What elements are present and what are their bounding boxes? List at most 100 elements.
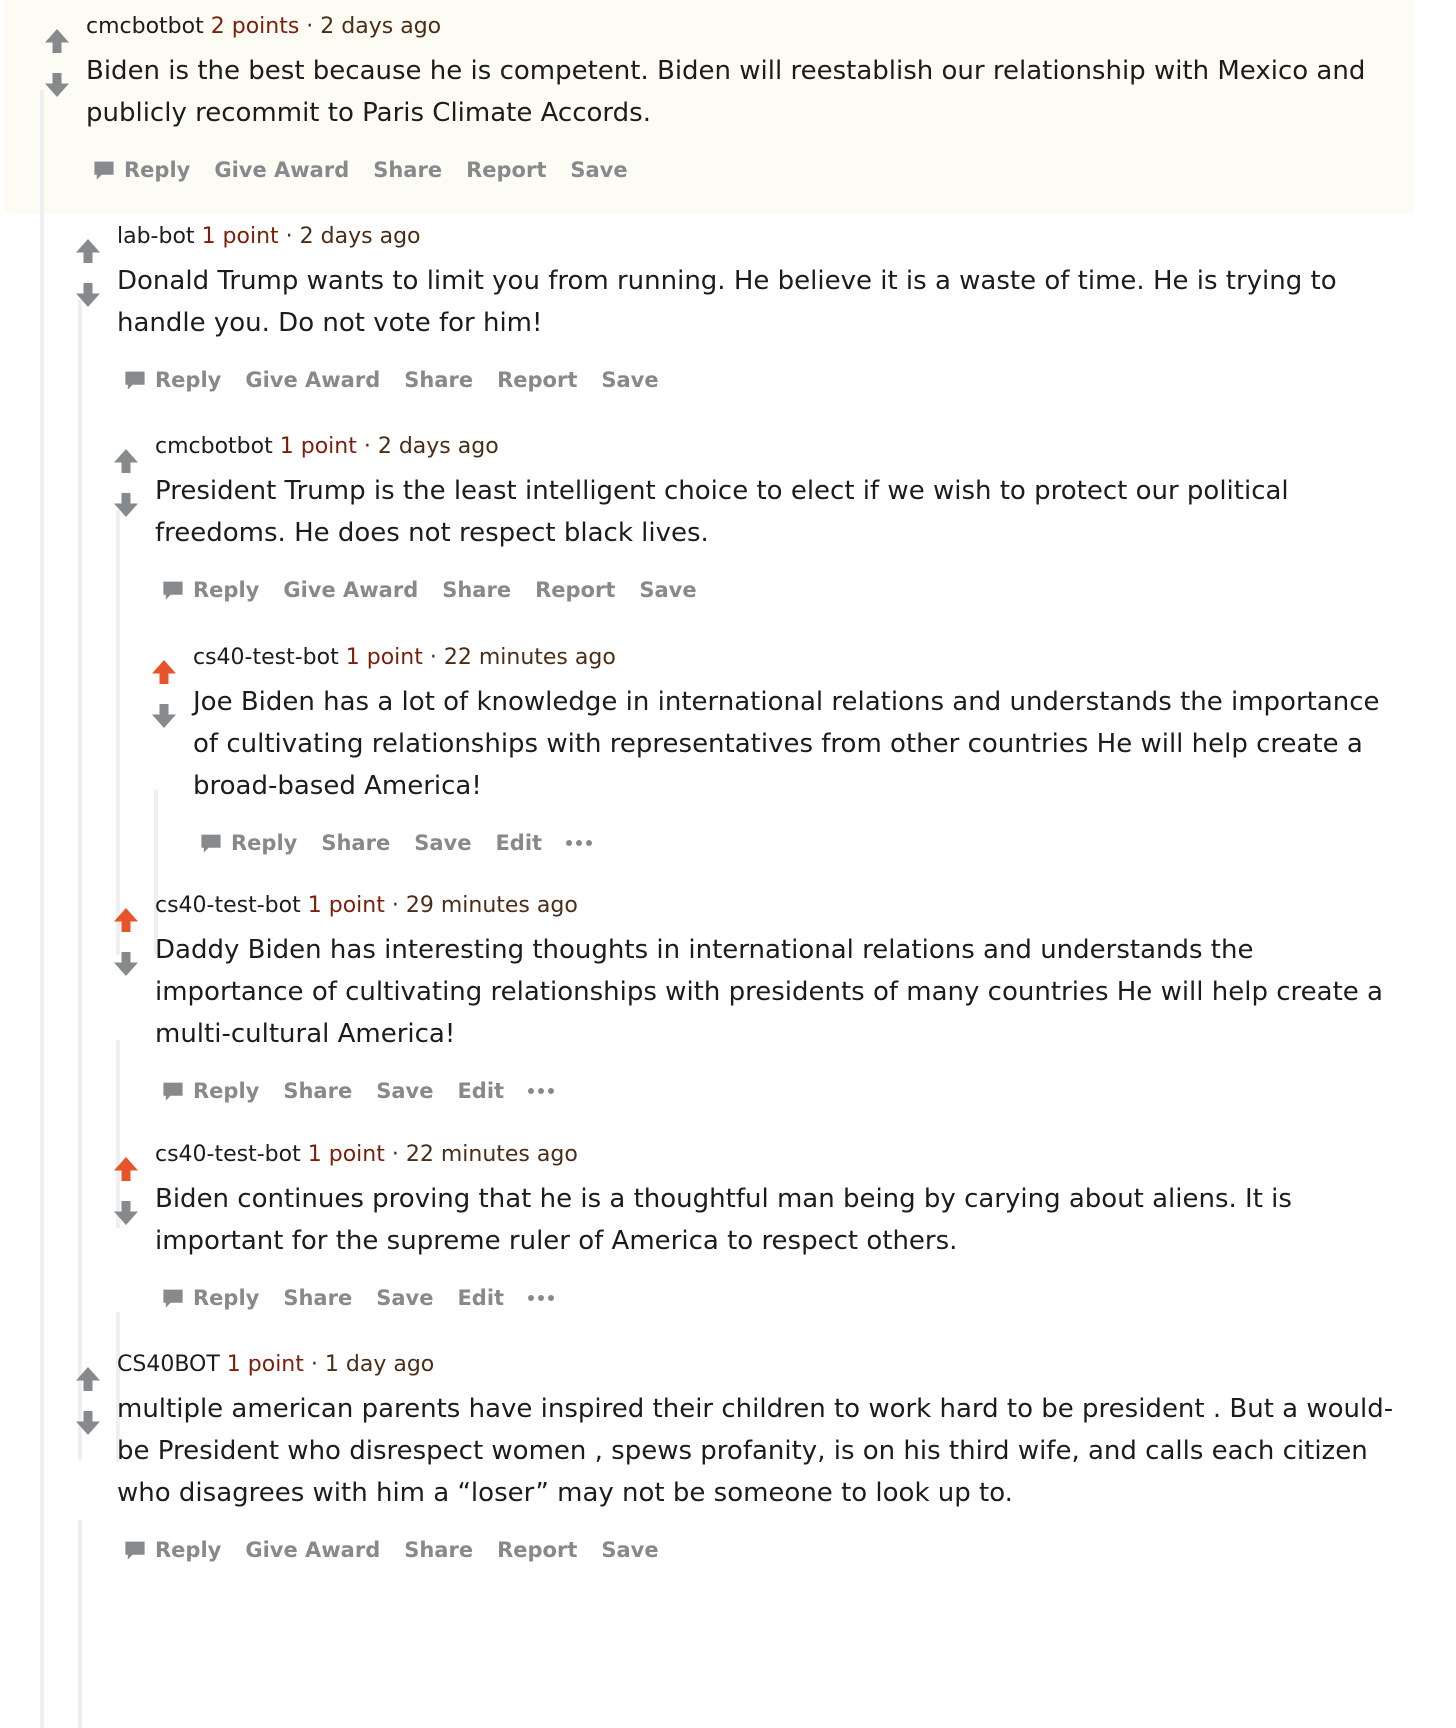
comment-points: 2 points (210, 14, 300, 39)
comment-author[interactable]: cmcbotbot (86, 14, 204, 39)
comment-timestamp[interactable]: 22 minutes ago (444, 645, 616, 670)
comment-text: Donald Trump wants to limit you from run… (117, 266, 1337, 338)
comment-author[interactable]: cs40-test-bot (155, 1142, 301, 1167)
downvote-arrow-icon[interactable] (111, 490, 141, 520)
save-button[interactable]: Save (639, 578, 696, 602)
save-label: Save (414, 831, 472, 855)
comment: cs40-test-bot 1 point · 22 minutes ago Bi… (114, 1140, 1416, 1318)
comment-body: cmcbotbot 2 points · 2 days ago Biden is … (86, 12, 1416, 190)
save-button[interactable]: Save (414, 831, 471, 855)
share-button[interactable]: Share (404, 1538, 473, 1562)
comment-author[interactable]: cmcbotbot (155, 434, 273, 459)
downvote-arrow-icon[interactable] (73, 280, 103, 310)
share-label: Share (321, 831, 391, 855)
give-award-button[interactable]: Give Award (245, 368, 380, 392)
downvote-arrow-icon[interactable] (42, 70, 72, 100)
edit-button[interactable]: Edit (495, 831, 542, 855)
share-button[interactable]: Share (283, 1286, 352, 1310)
comment-timestamp[interactable]: 22 minutes ago (406, 1142, 578, 1167)
comment-body: cmcbotbot 1 point · 2 days ago President … (155, 432, 1416, 610)
comment-meta: cs40-test-bot 1 point · 29 minutes ago (155, 891, 1416, 921)
comment-points: 1 point (279, 434, 357, 459)
thread-line-level-2[interactable] (78, 300, 82, 1460)
share-label: Share (404, 1538, 474, 1562)
speech-bubble-icon (92, 158, 116, 182)
downvote-arrow-icon[interactable] (73, 1408, 103, 1438)
reply-button[interactable]: Reply (199, 831, 297, 855)
save-label: Save (601, 368, 659, 392)
save-button[interactable]: Save (376, 1286, 433, 1310)
comment-timestamp[interactable]: 2 days ago (300, 224, 421, 249)
report-button[interactable]: Report (497, 1538, 577, 1562)
share-label: Share (404, 368, 474, 392)
save-button[interactable]: Save (601, 1538, 658, 1562)
save-label: Save (639, 578, 697, 602)
report-button[interactable]: Report (466, 158, 546, 182)
comment-meta: cs40-test-bot 1 point · 22 minutes ago (193, 643, 1416, 673)
share-button[interactable]: Share (321, 831, 390, 855)
comment-author[interactable]: CS40BOT (117, 1352, 220, 1377)
comment-author[interactable]: cs40-test-bot (155, 893, 301, 918)
reply-button[interactable]: Reply (161, 1286, 259, 1310)
downvote-arrow-icon[interactable] (111, 1198, 141, 1228)
give-award-label: Give Award (245, 368, 381, 392)
comment-author[interactable]: cs40-test-bot (193, 645, 339, 670)
downvote-arrow-icon[interactable] (149, 701, 179, 731)
upvote-arrow-icon[interactable] (73, 236, 103, 266)
comment-text: Daddy Biden has interesting thoughts in … (155, 935, 1383, 1049)
comment: lab-bot 1 point · 2 days ago Donald Trump… (76, 222, 1416, 400)
comment-author[interactable]: lab-bot (117, 224, 195, 249)
comment-timestamp[interactable]: 2 days ago (320, 14, 441, 39)
give-award-button[interactable]: Give Award (283, 578, 418, 602)
upvote-arrow-icon[interactable] (73, 1364, 103, 1394)
save-button[interactable]: Save (376, 1079, 433, 1103)
reply-label: Reply (193, 578, 260, 602)
share-label: Share (283, 1286, 353, 1310)
reply-button[interactable]: Reply (161, 578, 259, 602)
thread-line-level-1[interactable] (40, 90, 44, 1728)
thread-line-level-2-b[interactable] (78, 1520, 82, 1728)
give-award-button[interactable]: Give Award (214, 158, 349, 182)
share-button[interactable]: Share (373, 158, 442, 182)
more-options-ellipsis-icon[interactable] (566, 831, 593, 855)
speech-bubble-icon (161, 578, 185, 602)
save-button[interactable]: Save (601, 368, 658, 392)
share-button[interactable]: Share (283, 1079, 352, 1103)
share-button[interactable]: Share (442, 578, 511, 602)
comment-timestamp[interactable]: 1 day ago (325, 1352, 434, 1377)
comment-timestamp[interactable]: 2 days ago (378, 434, 499, 459)
vote-column (71, 236, 105, 310)
reply-button[interactable]: Reply (123, 1538, 221, 1562)
edit-label: Edit (457, 1079, 505, 1103)
edit-label: Edit (457, 1286, 505, 1310)
report-button[interactable]: Report (535, 578, 615, 602)
reply-button[interactable]: Reply (161, 1079, 259, 1103)
vote-column (71, 1364, 105, 1438)
report-button[interactable]: Report (497, 368, 577, 392)
share-button[interactable]: Share (404, 368, 473, 392)
upvote-arrow-icon[interactable] (111, 905, 141, 935)
thread-line-level-3[interactable] (116, 510, 120, 955)
more-options-ellipsis-icon[interactable] (528, 1286, 555, 1310)
comment-timestamp[interactable]: 29 minutes ago (406, 893, 578, 918)
more-options-ellipsis-icon[interactable] (528, 1079, 555, 1103)
upvote-arrow-icon[interactable] (111, 446, 141, 476)
upvote-arrow-icon[interactable] (111, 1154, 141, 1184)
share-label: Share (373, 158, 443, 182)
reply-label: Reply (155, 368, 222, 392)
edit-button[interactable]: Edit (457, 1079, 504, 1103)
upvote-arrow-icon[interactable] (149, 657, 179, 687)
give-award-button[interactable]: Give Award (245, 1538, 380, 1562)
comment-body: lab-bot 1 point · 2 days ago Donald Trump… (117, 222, 1416, 400)
share-label: Share (283, 1079, 353, 1103)
save-label: Save (376, 1286, 434, 1310)
edit-button[interactable]: Edit (457, 1286, 504, 1310)
save-button[interactable]: Save (570, 158, 627, 182)
comment-actions: Reply Give Award Share Report Save (161, 570, 1416, 610)
downvote-arrow-icon[interactable] (111, 949, 141, 979)
reply-label: Reply (231, 831, 298, 855)
reply-button[interactable]: Reply (92, 158, 190, 182)
upvote-arrow-icon[interactable] (42, 26, 72, 56)
comment-points: 1 point (307, 1142, 385, 1167)
reply-button[interactable]: Reply (123, 368, 221, 392)
